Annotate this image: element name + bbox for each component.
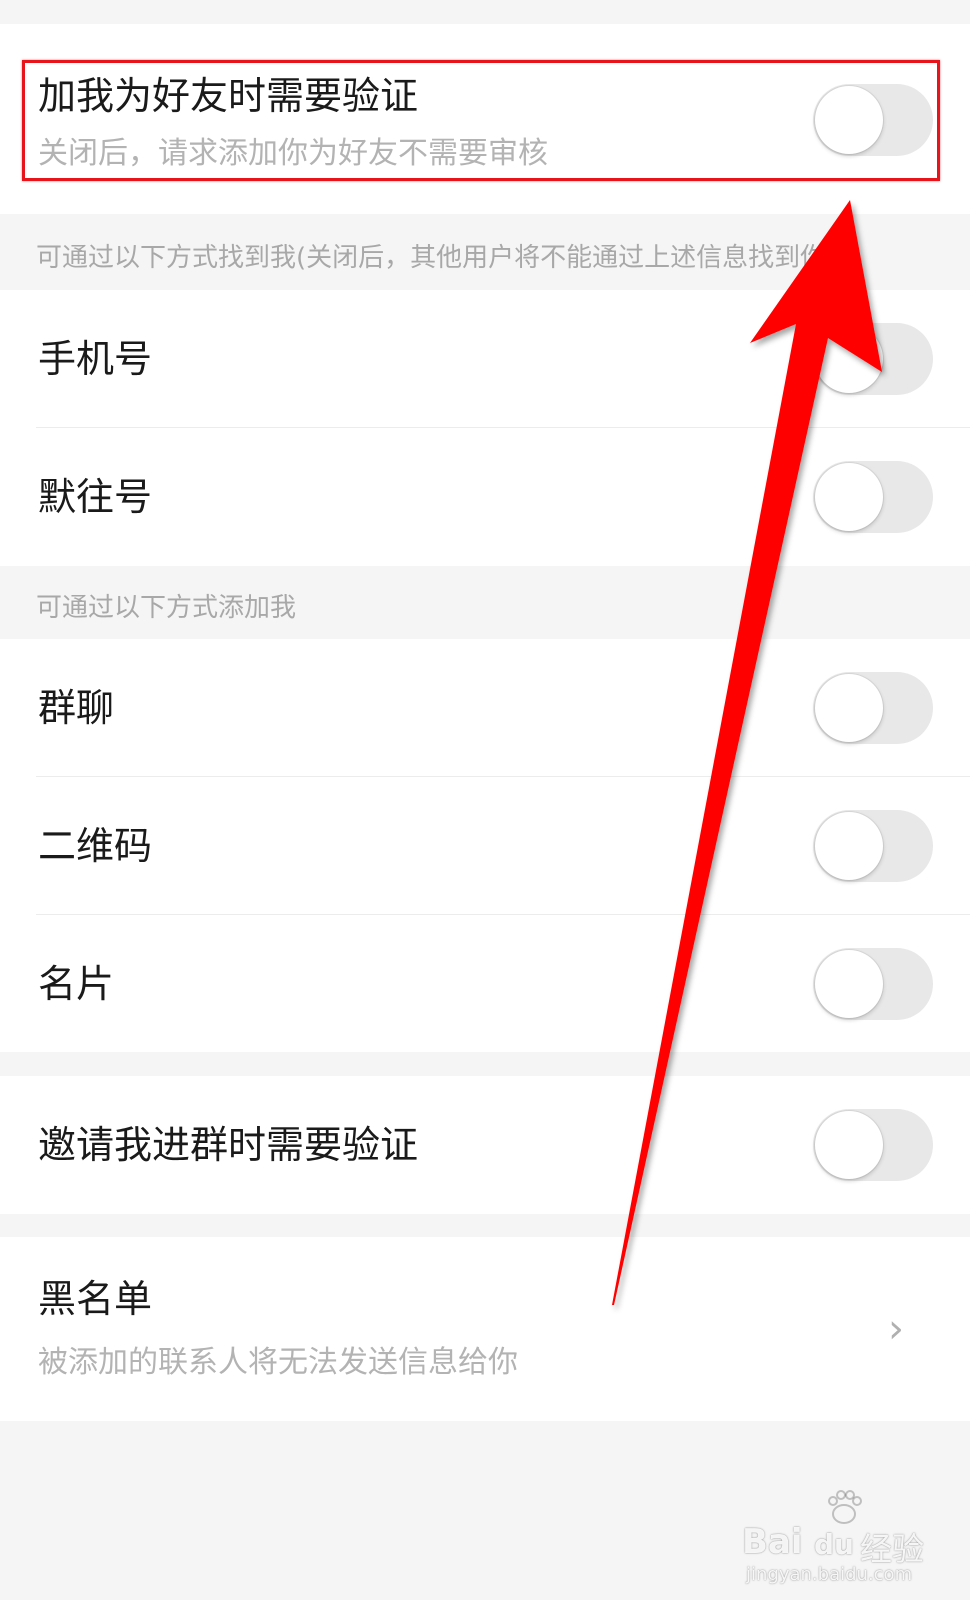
add-me-section: 群聊 二维码 名片 <box>0 639 970 1052</box>
add-me-item-label: 名片 <box>38 962 115 1006</box>
find-me-section: 手机号 默往号 <box>0 290 970 566</box>
find-me-item-label: 默往号 <box>38 475 153 519</box>
account-id-toggle[interactable] <box>813 461 933 533</box>
add-me-item-group-chat[interactable]: 群聊 <box>0 639 970 777</box>
find-me-item-account-id[interactable]: 默往号 <box>0 428 970 566</box>
group-invite-toggle[interactable] <box>813 1109 933 1181</box>
business-card-toggle[interactable] <box>813 948 933 1020</box>
blacklist-title: 黑名单 <box>38 1277 153 1321</box>
add-me-item-business-card[interactable]: 名片 <box>0 915 970 1052</box>
add-me-item-label: 群聊 <box>38 686 115 730</box>
group-invite-label: 邀请我进群时需要验证 <box>38 1123 419 1167</box>
toggle-knob <box>815 674 883 742</box>
baidu-watermark: Bai du 经验 jingyan.baidu.com <box>742 1488 952 1588</box>
baidu-paw-icon <box>828 1490 862 1524</box>
watermark-brand-paw: du <box>814 1528 854 1561</box>
find-me-item-phone[interactable]: 手机号 <box>0 290 970 428</box>
group-chat-toggle[interactable] <box>813 672 933 744</box>
toggle-knob <box>815 325 883 393</box>
blacklist-subtitle: 被添加的联系人将无法发送信息给你 <box>38 1345 518 1380</box>
chevron-right-icon: › <box>888 1306 904 1352</box>
toggle-knob <box>815 463 883 531</box>
watermark-url: jingyan.baidu.com <box>746 1564 913 1585</box>
blacklist-row[interactable]: 黑名单 被添加的联系人将无法发送信息给你 › <box>0 1237 970 1421</box>
find-me-section-header: 可通过以下方式找到我(关闭后，其他用户将不能通过上述信息找到你) <box>36 243 837 273</box>
toggle-knob <box>815 950 883 1018</box>
add-me-item-qr-code[interactable]: 二维码 <box>0 777 970 915</box>
group-invite-section: 邀请我进群时需要验证 <box>0 1076 970 1214</box>
find-me-item-label: 手机号 <box>38 337 153 381</box>
toggle-knob <box>815 812 883 880</box>
highlight-annotation-box <box>22 60 940 181</box>
toggle-knob <box>815 1111 883 1179</box>
phone-toggle[interactable] <box>813 323 933 395</box>
watermark-brand: Bai <box>742 1522 803 1562</box>
add-me-section-header: 可通过以下方式添加我 <box>36 593 297 623</box>
add-me-item-label: 二维码 <box>38 824 153 868</box>
qr-code-toggle[interactable] <box>813 810 933 882</box>
